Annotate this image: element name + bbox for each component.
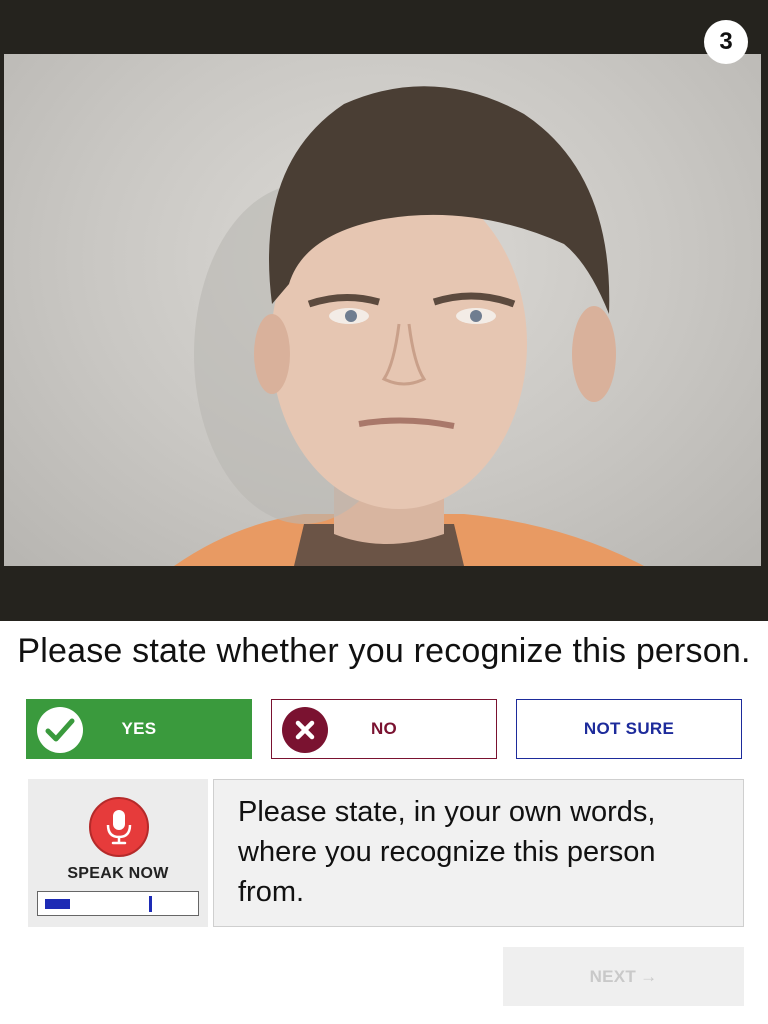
no-button[interactable]: NO bbox=[271, 699, 497, 759]
subject-photo bbox=[4, 54, 761, 566]
next-button-label: NEXT bbox=[589, 966, 637, 986]
microphone-icon[interactable] bbox=[89, 797, 149, 857]
next-button[interactable]: NEXT → bbox=[503, 947, 744, 1006]
audio-level-peak-marker bbox=[149, 896, 152, 912]
yes-button[interactable]: YES bbox=[26, 699, 252, 759]
question-text: Please state whether you recognize this … bbox=[17, 632, 751, 670]
yes-button-label: YES bbox=[121, 719, 157, 738]
not-sure-button-label: NOT SURE bbox=[583, 719, 675, 738]
subject-photo-illustration bbox=[174, 86, 644, 566]
no-button-label: NO bbox=[370, 719, 398, 738]
follow-up-prompt: Please state, in your own words, where y… bbox=[213, 779, 744, 927]
photo-frame: 3 bbox=[0, 0, 768, 621]
speak-now-label: SPEAK NOW bbox=[67, 865, 169, 882]
check-icon bbox=[37, 707, 83, 753]
step-number-badge: 3 bbox=[704, 20, 748, 64]
speak-now-panel: SPEAK NOW bbox=[28, 779, 208, 927]
audio-level-meter bbox=[37, 891, 199, 916]
not-sure-button[interactable]: NOT SURE bbox=[516, 699, 742, 759]
x-icon bbox=[282, 707, 328, 753]
audio-level-fill bbox=[45, 899, 70, 909]
arrow-right-icon: → bbox=[640, 966, 658, 986]
